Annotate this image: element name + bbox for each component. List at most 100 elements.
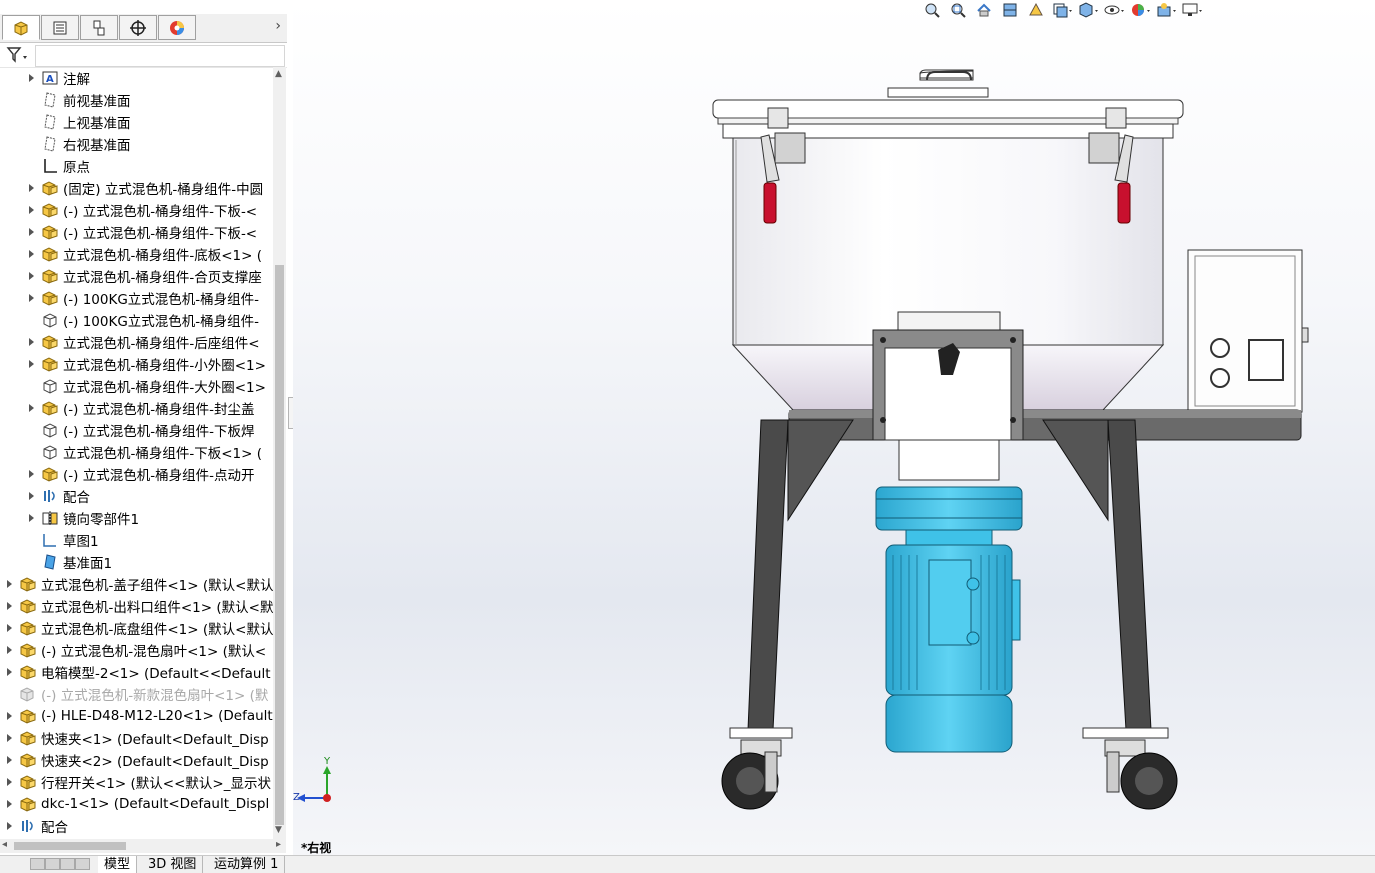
tree-item-label: 立式混色机-出料口组件<1> (默认<默: [41, 600, 273, 616]
tree-item[interactable]: (-) 立式混色机-桶身组件-下板-<: [0, 199, 273, 221]
expand-arrow-icon[interactable]: [27, 205, 37, 215]
tree-item-label: (-) 立式混色机-桶身组件-点动开: [63, 468, 255, 484]
expand-arrow-icon[interactable]: [27, 337, 37, 347]
tab-model[interactable]: 模型: [98, 856, 138, 873]
tree-item[interactable]: 立式混色机-桶身组件-小外圈<1>: [0, 353, 273, 375]
tree-item[interactable]: (固定) 立式混色机-桶身组件-中圆: [0, 177, 273, 199]
expand-arrow-icon[interactable]: [27, 403, 37, 413]
tree-item[interactable]: 基准面1: [0, 551, 273, 573]
expand-arrow-icon[interactable]: [27, 249, 37, 259]
expand-arrow-icon[interactable]: [27, 227, 37, 237]
expand-arrow-icon[interactable]: [5, 755, 15, 765]
expand-arrow-icon[interactable]: [27, 491, 37, 501]
tree-item[interactable]: 立式混色机-桶身组件-合页支撑座: [0, 265, 273, 287]
tree-item[interactable]: 镜向零部件1: [0, 507, 273, 529]
expand-arrow-icon[interactable]: [27, 271, 37, 281]
expand-arrow-icon[interactable]: [5, 623, 15, 633]
expand-arrow-icon[interactable]: [5, 777, 15, 787]
tree-item-label: 立式混色机-桶身组件-下板<1> (: [63, 446, 263, 462]
plane-icon: [41, 135, 59, 153]
configuration-manager-tab[interactable]: [80, 15, 118, 40]
expand-arrow-icon[interactable]: [5, 645, 15, 655]
dimxpert-tab[interactable]: [119, 15, 157, 40]
tree-horizontal-scrollbar[interactable]: ◂ ▸: [0, 839, 286, 853]
expand-arrow-icon[interactable]: [27, 73, 37, 83]
tree-item[interactable]: 立式混色机-出料口组件<1> (默认<默: [0, 595, 273, 617]
configuration-icon: [93, 20, 105, 35]
feature-manager-tab[interactable]: [2, 15, 40, 40]
tree-item[interactable]: (-) 立式混色机-桶身组件-下板-<: [0, 221, 273, 243]
caster-left: [721, 739, 782, 810]
property-manager-tab[interactable]: [41, 15, 79, 40]
tree-item[interactable]: 立式混色机-桶身组件-下板<1> (: [0, 441, 273, 463]
tree-item[interactable]: (-) 立式混色机-桶身组件-点动开: [0, 463, 273, 485]
scroll-left-icon[interactable]: ◂: [2, 839, 7, 850]
tree-vertical-scrollbar[interactable]: ▲ ▼: [273, 67, 286, 839]
assembly-icon: [41, 465, 59, 483]
tree-item[interactable]: (-) 100KG立式混色机-桶身组件-: [0, 287, 273, 309]
expand-arrow-icon[interactable]: [27, 513, 37, 523]
chevron-right-icon[interactable]: ›: [275, 18, 281, 34]
tree-item[interactable]: dkc-1<1> (Default<Default_Displ: [0, 793, 273, 815]
expand-arrow-icon[interactable]: [27, 293, 37, 303]
scroll-thumb-horizontal[interactable]: [14, 842, 126, 850]
tree-item[interactable]: 草图1: [0, 529, 273, 551]
tree-item-label: 基准面1: [63, 556, 113, 572]
first-tab-nav[interactable]: [30, 858, 45, 870]
mixer-model-drawing[interactable]: [293, 0, 1375, 855]
tree-item[interactable]: (-) 100KG立式混色机-桶身组件-: [0, 309, 273, 331]
tree-item-label: 右视基准面: [63, 138, 131, 154]
tree-item[interactable]: (-) 立式混色机-桶身组件-下板焊: [0, 419, 273, 441]
tree-item[interactable]: 原点: [0, 155, 273, 177]
scroll-thumb[interactable]: [275, 265, 284, 825]
last-tab-nav[interactable]: [75, 858, 90, 870]
tree-item[interactable]: 配合: [0, 485, 273, 507]
tree-item[interactable]: 快速夹<1> (Default<Default_Disp: [0, 727, 273, 749]
tree-item[interactable]: (-) 立式混色机-桶身组件-封尘盖: [0, 397, 273, 419]
scroll-up-icon[interactable]: ▲: [275, 69, 282, 79]
prev-tab-nav[interactable]: [45, 858, 60, 870]
filter-input[interactable]: [35, 45, 285, 67]
expand-arrow-icon[interactable]: [5, 821, 15, 831]
graphics-viewport[interactable]: Y Z *右视: [293, 0, 1375, 855]
tab-motion-study[interactable]: 运动算例 1: [208, 856, 286, 873]
expand-arrow-icon[interactable]: [27, 183, 37, 193]
display-manager-tab[interactable]: [158, 15, 196, 40]
tree-item[interactable]: 立式混色机-桶身组件-大外圈<1>: [0, 375, 273, 397]
tree-item-label: 立式混色机-桶身组件-底板<1> (: [63, 248, 263, 264]
assembly-icon: [19, 641, 37, 659]
tree-item[interactable]: A 注解: [0, 67, 273, 89]
assembly-dim-icon: [19, 685, 37, 703]
tree-item[interactable]: 行程开关<1> (默认<<默认>_显示状: [0, 771, 273, 793]
tree-item[interactable]: 配合: [0, 815, 273, 837]
tree-item[interactable]: (-) HLE-D48-M12-L20<1> (Default: [0, 705, 273, 727]
expand-arrow-icon[interactable]: [5, 799, 15, 809]
tab-3d-view[interactable]: 3D 视图: [142, 856, 204, 873]
scroll-right-icon[interactable]: ▸: [276, 839, 281, 850]
tree-item-label: (-) 立式混色机-桶身组件-下板焊: [63, 424, 255, 440]
expand-arrow-icon[interactable]: [5, 711, 15, 721]
tree-item[interactable]: 电箱模型-2<1> (Default<<Default: [0, 661, 273, 683]
filter-icon[interactable]: [6, 46, 30, 68]
expand-arrow-icon[interactable]: [27, 359, 37, 369]
tree-item[interactable]: (-) 立式混色机-新款混色扇叶<1> (默: [0, 683, 273, 705]
expand-arrow-icon[interactable]: [5, 579, 15, 589]
next-tab-nav[interactable]: [60, 858, 75, 870]
tree-item[interactable]: 立式混色机-底盘组件<1> (默认<默认: [0, 617, 273, 639]
tree-item[interactable]: 上视基准面: [0, 111, 273, 133]
tree-item[interactable]: 快速夹<2> (Default<Default_Disp: [0, 749, 273, 771]
expand-arrow-icon[interactable]: [5, 733, 15, 743]
tree-item[interactable]: 前视基准面: [0, 89, 273, 111]
tree-item[interactable]: 立式混色机-桶身组件-后座组件<: [0, 331, 273, 353]
tree-item[interactable]: 立式混色机-盖子组件<1> (默认<默认: [0, 573, 273, 595]
expand-arrow-icon[interactable]: [5, 601, 15, 611]
expand-arrow-icon[interactable]: [5, 667, 15, 677]
expand-arrow-icon[interactable]: [27, 469, 37, 479]
scroll-down-icon[interactable]: ▼: [275, 825, 282, 835]
tree-item[interactable]: 立式混色机-桶身组件-底板<1> (: [0, 243, 273, 265]
assembly-icon: [19, 795, 37, 813]
tree-item[interactable]: (-) 立式混色机-混色扇叶<1> (默认<: [0, 639, 273, 661]
tree-item[interactable]: 右视基准面: [0, 133, 273, 155]
